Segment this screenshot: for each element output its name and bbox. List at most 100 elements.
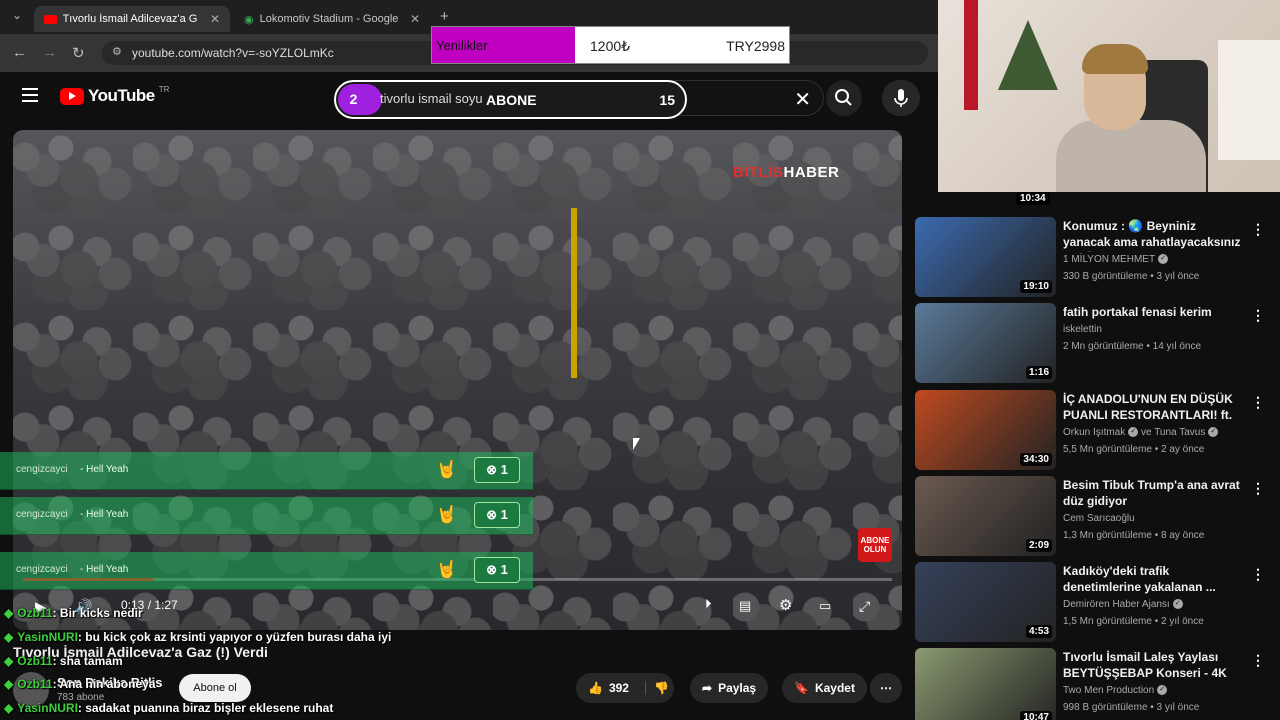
channel-name: 1 MİLYON MEHMET — [1063, 254, 1156, 265]
settings-gear-icon[interactable]: ⚙ — [779, 596, 792, 614]
recommendation-meta: 998 B görüntüleme • 3 yıl önce — [1063, 702, 1200, 713]
more-options-icon[interactable]: ⋮ — [1251, 394, 1265, 411]
chat-text: : sha tamam — [52, 654, 123, 668]
recommendation-channel[interactable]: Two Men Production ✓ — [1063, 685, 1168, 696]
diamond-icon: ◆ — [4, 654, 14, 668]
recommendation-channel[interactable]: 1 MİLYON MEHMET ✓ — [1063, 254, 1169, 265]
more-actions-button[interactable]: ⋯ — [870, 673, 902, 703]
subscribe-button[interactable]: Abone ol — [179, 674, 251, 702]
alert-message: - Hell Yeah — [80, 564, 129, 575]
close-tab-icon[interactable]: ✕ — [410, 12, 420, 26]
recommendation-item[interactable]: 4:53 Kadıköy'deki trafik denetimlerine y… — [915, 562, 1280, 642]
recommendation-title[interactable]: Konumuz : 🌏 Beyniniz yanacak ama rahatla… — [1063, 218, 1243, 252]
recommendation-item[interactable]: 34:30 İÇ ANADOLU'NUN EN DÜŞÜK PUANLI RES… — [915, 390, 1280, 470]
recommendation-title[interactable]: Kadıköy'deki trafik denetimlerine yakala… — [1063, 563, 1243, 595]
like-icon[interactable]: 👍 — [588, 681, 603, 695]
chat-nick: YasinNURI — [17, 701, 78, 715]
recommendation-channel[interactable]: Cem Sarıcaoğlu — [1063, 513, 1135, 524]
recommendation-title[interactable]: Besim Tibuk Trump'a ana avrat düz gidiyo… — [1063, 477, 1243, 509]
alert-message: - Hell Yeah — [80, 464, 129, 475]
dislike-icon[interactable]: 👎 — [644, 681, 669, 695]
share-label: Paylaş — [718, 681, 757, 695]
recommendation-thumbnail[interactable]: 2:09 — [915, 476, 1056, 556]
more-options-icon[interactable]: ⋮ — [1251, 221, 1265, 238]
streamer-hair — [1082, 44, 1148, 74]
reload-icon[interactable]: ↻ — [72, 44, 85, 62]
chat-alert: cengizcayci - Hell Yeah 🤘 ⊗ 1 — [0, 497, 533, 535]
alert-count: ⊗ 1 — [474, 557, 520, 583]
search-icon — [835, 89, 852, 106]
recommendation-thumbnail[interactable]: 19:10 — [915, 217, 1056, 297]
menu-icon[interactable] — [22, 88, 38, 102]
chat-nick: Ozb11 — [17, 606, 53, 620]
tab-youtube[interactable]: Tıvorlu İsmail Adilcevaz'a Gaz (!) ✕ — [34, 6, 230, 32]
chat-message: ◆ YasinNURI: bu kick çok az krsinti yapıy… — [4, 630, 391, 644]
like-count[interactable]: 392 — [609, 681, 629, 695]
recommendation-meta: 1,5 Mn görüntüleme • 2 yıl önce — [1063, 616, 1204, 627]
tab-maps[interactable]: ◉ Lokomotiv Stadium - Google H... ✕ — [234, 6, 430, 32]
recommendation-title[interactable]: fatih portakal fenasi kerim — [1063, 304, 1243, 320]
channel-name-secondary: ve Tuna Tavus — [1141, 427, 1206, 438]
voice-search-button[interactable] — [882, 80, 920, 116]
streamer — [1056, 40, 1206, 192]
new-tab-icon[interactable]: + — [440, 8, 449, 25]
recommendation-meta: 1,3 Mn görüntüleme • 8 ay önce — [1063, 530, 1205, 541]
save-button[interactable]: 🔖 Kaydet — [782, 673, 867, 703]
verified-icon: ✓ — [1157, 685, 1168, 696]
bookmark-icon: 🔖 — [794, 681, 809, 695]
rock-hand-icon: 🤘 — [436, 560, 458, 579]
alert-message: - Hell Yeah — [80, 509, 129, 520]
youtube-logo[interactable]: YouTube TR — [60, 84, 170, 106]
more-options-icon[interactable]: ⋮ — [1251, 652, 1265, 669]
recommendation-item[interactable]: 10:47 Tıvorlu İsmail Laleş Yaylası BEYTÜ… — [915, 648, 1280, 720]
theater-mode-icon[interactable]: ▭ — [819, 598, 831, 614]
site-info-icon[interactable]: ⚙ — [112, 45, 122, 58]
youtube-favicon-icon — [44, 14, 57, 24]
subtitles-icon[interactable]: ▤ — [739, 598, 751, 614]
recommendation-channel[interactable]: iskelettin — [1063, 324, 1102, 335]
verified-icon: ✓ — [1208, 427, 1219, 438]
chat-nick: Ozb11 — [17, 654, 53, 668]
clear-search-icon[interactable]: ✕ — [794, 87, 811, 112]
chat-text: : Ana nin aboneya — [52, 677, 156, 691]
chat-message: ◆ Ozb11: Ana nin aboneya — [4, 677, 156, 691]
webcam-christmas-tree — [998, 20, 1058, 90]
recommendation-thumbnail[interactable]: 4:53 — [915, 562, 1056, 642]
recommendation-thumbnail[interactable]: 10:47 — [915, 648, 1056, 720]
video-duration: 34:30 — [1020, 453, 1052, 466]
recommendation-title[interactable]: İÇ ANADOLU'NUN EN DÜŞÜK PUANLI RESTORANT… — [1063, 391, 1243, 425]
fullscreen-icon[interactable]: ⤢ — [859, 598, 870, 615]
video-duration: 10:34 — [1016, 192, 1050, 205]
donation-target: TRY2998 — [726, 38, 785, 54]
tab-list-icon[interactable]: ⌄ — [12, 8, 22, 22]
alert-count: ⊗ 1 — [474, 502, 520, 528]
recommendation-thumbnail[interactable]: 34:30 — [915, 390, 1056, 470]
more-options-icon[interactable]: ⋮ — [1251, 566, 1265, 583]
recommendation-item[interactable]: 2:09 Besim Tibuk Trump'a ana avrat düz g… — [915, 476, 1280, 556]
autoplay-toggle-icon[interactable]: ⏵ — [705, 596, 712, 612]
recommendation-channel[interactable]: Orkun Işıtmak ✓ ve Tuna Tavus ✓ — [1063, 427, 1219, 438]
recommendation-channel[interactable]: Demirören Haber Ajansı ✓ — [1063, 599, 1183, 610]
recommendation-title[interactable]: Tıvorlu İsmail Laleş Yaylası BEYTÜŞŞEBAP… — [1063, 649, 1243, 683]
diamond-icon: ◆ — [4, 701, 14, 715]
search-button[interactable] — [826, 80, 862, 116]
forward-icon[interactable]: → — [42, 44, 57, 61]
recommendation-thumbnail[interactable]: 1:16 — [915, 303, 1056, 383]
country-code: TR — [158, 84, 170, 94]
recommendation-meta: 2 Mn görüntüleme • 14 yıl önce — [1063, 341, 1202, 352]
subscriber-goal-widget: 2 tivorlu ismail soyu ABONE 15 — [334, 80, 687, 119]
recommendation-item[interactable]: 19:10 Konumuz : 🌏 Beyniniz yanacak ama r… — [915, 217, 1280, 297]
webcam-stairs — [1218, 40, 1280, 160]
screen: ⌄ Tıvorlu İsmail Adilcevaz'a Gaz (!) ✕ ◉… — [0, 0, 1280, 720]
chat-message: ◆ Ozb11: Bir kicks nedir — [4, 606, 143, 620]
more-options-icon[interactable]: ⋮ — [1251, 480, 1265, 497]
share-button[interactable]: ➦ Paylaş — [690, 673, 769, 703]
recommendation-item[interactable]: 1:16 fatih portakal fenasi kerim iskelet… — [915, 303, 1280, 383]
close-tab-icon[interactable]: ✕ — [210, 12, 220, 26]
back-icon[interactable]: ← — [12, 44, 27, 61]
subscriber-goal-current: 2 — [338, 84, 369, 115]
maps-favicon-icon: ◉ — [244, 13, 254, 26]
channel-name: Orkun Işıtmak — [1063, 427, 1126, 438]
alert-count: ⊗ 1 — [474, 457, 520, 483]
more-options-icon[interactable]: ⋮ — [1251, 307, 1265, 324]
